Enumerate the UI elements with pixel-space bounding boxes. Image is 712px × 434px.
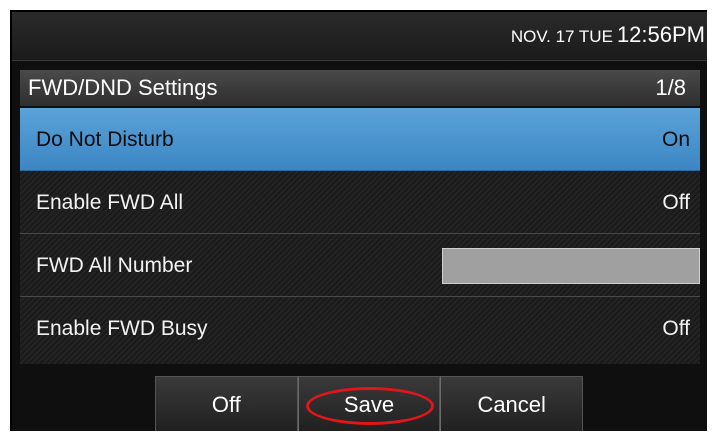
save-softkey[interactable]: Save <box>297 376 441 431</box>
softkey-bar: Off Save Cancel <box>155 376 584 431</box>
setting-row-enable-fwd-busy[interactable]: Enable FWD Busy Off <box>20 297 700 360</box>
setting-label: Do Not Disturb <box>36 128 174 151</box>
fwd-all-number-input[interactable] <box>442 248 700 284</box>
cancel-softkey[interactable]: Cancel <box>440 376 584 431</box>
setting-row-enable-fwd-all[interactable]: Enable FWD All Off <box>20 171 700 234</box>
setting-value: Off <box>662 191 690 214</box>
page-indicator: 1/8 <box>655 75 686 100</box>
save-softkey-label: Save <box>343 392 395 417</box>
status-time: 12:56PM <box>616 22 705 47</box>
cancel-softkey-label: Cancel <box>477 392 546 417</box>
settings-header: FWD/DND Settings 1/8 <box>20 70 700 106</box>
setting-label: FWD All Number <box>36 254 193 277</box>
clock: NOV. 17 TUE 12:56PM <box>511 22 705 48</box>
setting-value: On <box>661 128 690 151</box>
settings-list: Do Not Disturb On Enable FWD All Off FWD… <box>20 108 700 364</box>
off-softkey[interactable]: Off <box>155 376 298 431</box>
setting-row-do-not-disturb[interactable]: Do Not Disturb On <box>20 108 700 171</box>
phone-screen: NOV. 17 TUE 12:56PM FWD/DND Settings 1/8 … <box>10 10 707 431</box>
setting-label: Enable FWD Busy <box>36 317 208 340</box>
off-softkey-label: Off <box>211 392 241 417</box>
setting-value: Off <box>662 317 690 340</box>
setting-row-fwd-all-number[interactable]: FWD All Number <box>20 234 700 297</box>
status-date: NOV. 17 TUE <box>510 27 613 46</box>
page-title: FWD/DND Settings <box>28 75 218 100</box>
setting-label: Enable FWD All <box>36 191 184 214</box>
status-bar: NOV. 17 TUE 12:56PM <box>12 12 707 61</box>
